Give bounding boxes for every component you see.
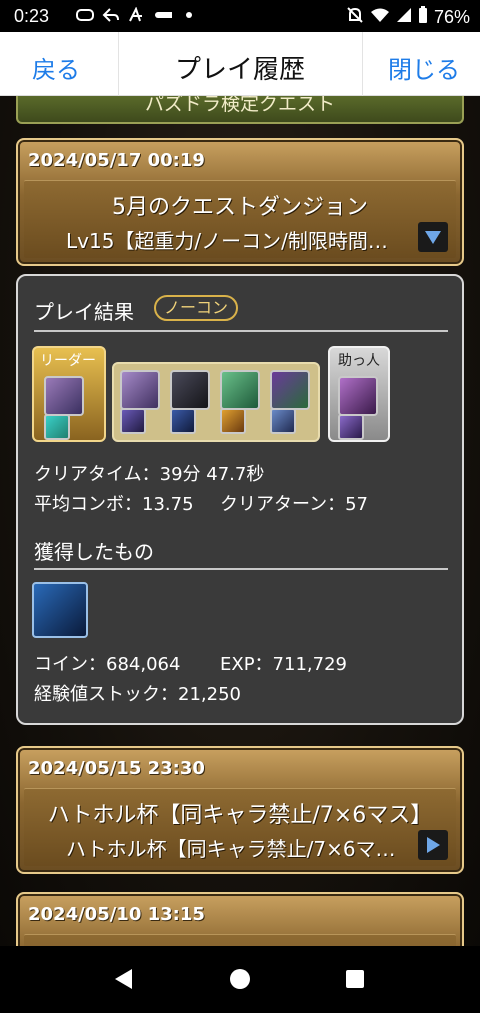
no-continue-badge: ノーコン [154, 295, 239, 321]
exp-stock: 経験値ストック：21,250 [34, 684, 241, 705]
obtained-heading: 獲得したもの [34, 540, 154, 564]
expand-toggle-button[interactable] [418, 830, 448, 860]
sub-members-group [112, 362, 320, 442]
clear-time: クリアタイム：39分 47.7秒 [34, 464, 265, 485]
partial-item-title: パズドラ検定クエスト [144, 96, 335, 115]
close-button[interactable]: 閉じる [388, 50, 460, 85]
monster-icon[interactable] [170, 370, 210, 410]
history-list[interactable]: パズドラ検定クエスト 2024/05/17 00:19 5月のクエストダンジョン… [0, 96, 480, 946]
dungeon-subtitle: ハトホル杯【同キャラ禁止/7×6マ… [66, 837, 396, 861]
assist-icon[interactable] [170, 408, 196, 434]
home-nav-button[interactable] [229, 968, 251, 994]
monster-icon[interactable] [120, 370, 160, 410]
mute-icon [346, 6, 364, 29]
system-nav-bar [0, 946, 480, 1013]
average-combo: 平均コンボ：13.75 [34, 494, 194, 515]
history-date: 2024/05/17 00:19 [28, 150, 205, 171]
collapse-toggle-button[interactable] [418, 222, 448, 252]
history-date: 2024/05/10 13:15 [28, 904, 205, 925]
back-triangle-icon [115, 969, 132, 989]
recents-nav-button[interactable] [345, 969, 365, 993]
assist-icon[interactable] [270, 408, 296, 434]
leader-group: リーダー [32, 346, 106, 442]
assist-icon[interactable] [120, 408, 146, 434]
gamepad-icon [76, 6, 94, 24]
history-band: ハトホル杯【同キャラ禁止/7×6マス】 ハトホル杯【同キャラ禁止/7×6マ… [24, 788, 456, 866]
history-band [24, 934, 456, 946]
monster-icon[interactable] [44, 376, 84, 416]
exp-amount: EXP：711,729 [220, 654, 347, 675]
leader-label: リーダー [40, 353, 96, 369]
dungeon-title: 5月のクエストダンジョン [112, 195, 368, 220]
triangle-down-icon [425, 231, 441, 244]
assist-icon[interactable] [220, 408, 246, 434]
battery-icon [418, 6, 428, 29]
helper-group: 助っ人 [328, 346, 390, 442]
wifi-icon [370, 7, 390, 28]
battery-percent: 76% [433, 7, 470, 27]
status-bar: 0:23 76% [0, 0, 480, 32]
monster-icon[interactable] [220, 370, 260, 410]
home-circle-icon [230, 969, 250, 989]
play-result-panel: プレイ結果 ノーコン リーダー 助っ人 クリアタイム：39分 47.7秒 平均コ… [16, 274, 464, 725]
back-nav-button[interactable] [114, 968, 134, 994]
divider [34, 330, 448, 332]
assist-icon[interactable] [44, 414, 70, 440]
history-item[interactable]: 2024/05/10 13:15 [16, 892, 464, 946]
dot-icon [180, 6, 198, 24]
assist-icon[interactable] [338, 414, 364, 440]
history-item-partial[interactable]: パズドラ検定クエスト [16, 96, 464, 124]
nav-bar: 戻る プレイ履歴 閉じる [0, 32, 480, 96]
triangle-right-icon [427, 837, 440, 853]
signature-icon [128, 6, 146, 24]
history-item[interactable]: 2024/05/17 00:19 5月のクエストダンジョン Lv15【超重力/ノ… [16, 138, 464, 266]
coin-amount: コイン：684,064 [34, 654, 181, 675]
app-logo-icon [154, 6, 172, 24]
result-heading: プレイ結果 [34, 300, 134, 324]
signal-icon [396, 7, 412, 28]
status-time: 0:23 [14, 6, 50, 26]
recents-square-icon [346, 970, 364, 988]
monster-icon[interactable] [338, 376, 378, 416]
reward-monster-icon[interactable] [32, 582, 88, 638]
history-band: 5月のクエストダンジョン Lv15【超重力/ノーコン/制限時間… [24, 180, 456, 258]
dungeon-title: ハトホル杯【同キャラ禁止/7×6マス】 [47, 803, 433, 828]
divider [34, 568, 448, 570]
monster-icon[interactable] [270, 370, 310, 410]
helper-label: 助っ人 [338, 353, 380, 369]
reply-icon [102, 6, 120, 24]
dungeon-subtitle: Lv15【超重力/ノーコン/制限時間… [66, 229, 388, 253]
nav-divider [362, 32, 363, 96]
history-item[interactable]: 2024/05/15 23:30 ハトホル杯【同キャラ禁止/7×6マス】 ハトホ… [16, 746, 464, 874]
history-date: 2024/05/15 23:30 [28, 758, 205, 779]
clear-turn: クリアターン：57 [220, 494, 369, 515]
